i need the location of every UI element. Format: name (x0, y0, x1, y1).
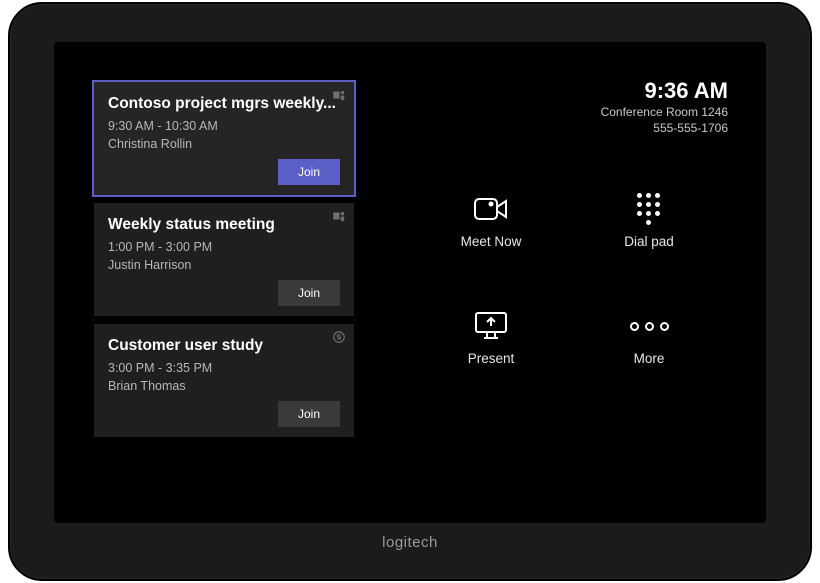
meeting-time: 3:00 PM - 3:35 PM (108, 360, 340, 378)
present-icon (471, 309, 511, 343)
action-grid: Meet Now Dial pad (426, 192, 714, 366)
action-label: Dial pad (624, 234, 674, 249)
more-icon (629, 309, 669, 343)
join-button[interactable]: Join (278, 159, 340, 185)
teams-badge-icon (332, 88, 346, 102)
teams-badge-icon (332, 209, 346, 223)
more-button[interactable]: More (584, 309, 714, 366)
meeting-time: 1:00 PM - 3:00 PM (108, 239, 340, 257)
meeting-title: Weekly status meeting (108, 215, 340, 235)
meeting-organizer: Justin Harrison (108, 257, 340, 275)
screen: Contoso project mgrs weekly... 9:30 AM -… (54, 42, 766, 523)
dial-pad-button[interactable]: Dial pad (584, 192, 714, 249)
meeting-title: Customer user study (108, 336, 340, 356)
device-bezel: Contoso project mgrs weekly... 9:30 AM -… (8, 2, 812, 581)
action-label: More (634, 351, 665, 366)
meeting-organizer: Christina Rollin (108, 136, 340, 154)
meeting-time: 9:30 AM - 10:30 AM (108, 118, 340, 136)
action-label: Meet Now (461, 234, 522, 249)
clock-block: 9:36 AM Conference Room 1246 555-555-170… (601, 78, 728, 136)
room-name: Conference Room 1246 (601, 104, 728, 120)
skype-badge-icon (332, 330, 346, 344)
brand-logo: logitech (54, 523, 766, 551)
meeting-organizer: Brian Thomas (108, 378, 340, 396)
clock-time: 9:36 AM (601, 78, 728, 104)
meeting-card[interactable]: Contoso project mgrs weekly... 9:30 AM -… (94, 82, 354, 195)
right-panel: 9:36 AM Conference Room 1246 555-555-170… (354, 42, 766, 523)
join-button[interactable]: Join (278, 280, 340, 306)
present-button[interactable]: Present (426, 309, 556, 366)
room-phone: 555-555-1706 (601, 120, 728, 136)
camera-icon (471, 192, 511, 226)
meeting-title: Contoso project mgrs weekly... (108, 94, 340, 114)
action-label: Present (468, 351, 515, 366)
meeting-card[interactable]: Customer user study 3:00 PM - 3:35 PM Br… (94, 324, 354, 437)
dialpad-icon (629, 192, 669, 226)
meet-now-button[interactable]: Meet Now (426, 192, 556, 249)
join-button[interactable]: Join (278, 401, 340, 427)
meeting-list: Contoso project mgrs weekly... 9:30 AM -… (54, 42, 354, 523)
meeting-card[interactable]: Weekly status meeting 1:00 PM - 3:00 PM … (94, 203, 354, 316)
